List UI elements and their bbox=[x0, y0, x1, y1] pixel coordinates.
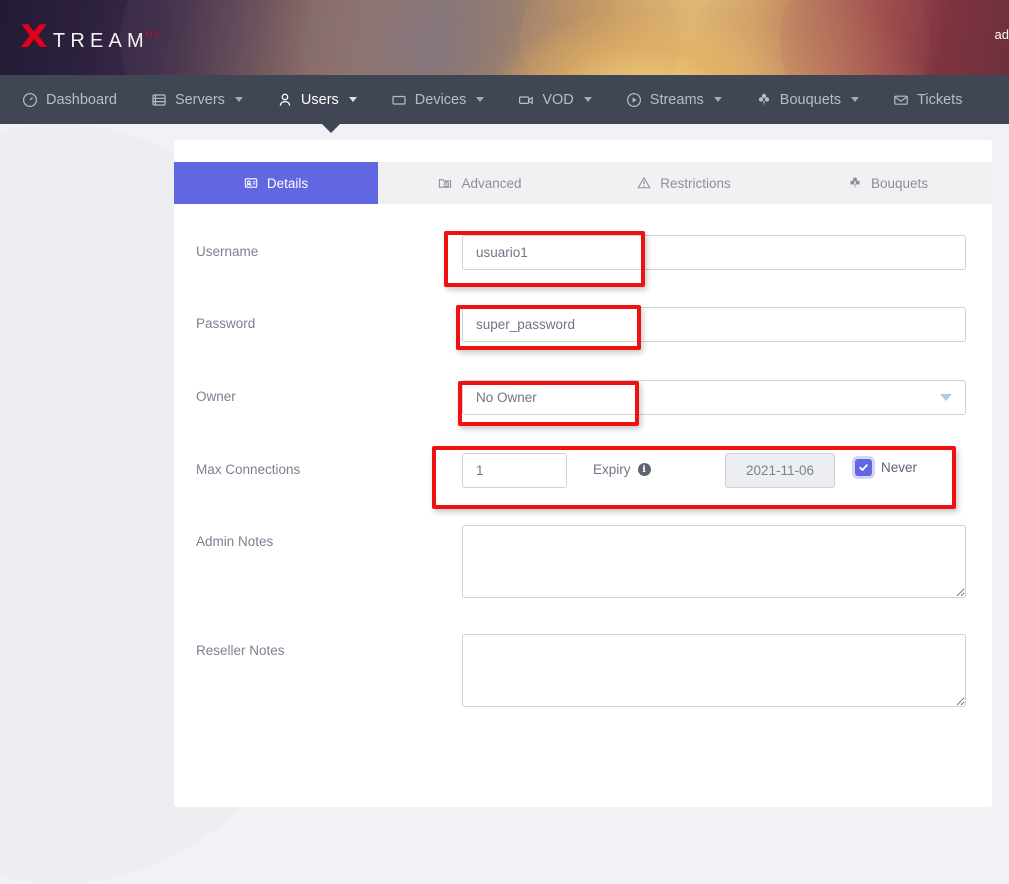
dashboard-gauge-icon bbox=[22, 92, 38, 108]
device-screen-icon bbox=[391, 92, 407, 108]
info-icon[interactable]: i bbox=[638, 463, 651, 476]
header-banner: X TREAM UI ad bbox=[0, 0, 1009, 75]
tab-label: Details bbox=[267, 176, 308, 191]
reseller-notes-textarea[interactable] bbox=[462, 634, 966, 707]
nav-item-streams[interactable]: Streams bbox=[609, 75, 739, 124]
chevron-down-icon bbox=[235, 97, 243, 102]
server-rack-icon bbox=[151, 92, 167, 108]
chevron-down-icon bbox=[584, 97, 592, 102]
label-reseller-notes: Reseller Notes bbox=[196, 643, 285, 658]
active-nav-pointer-icon bbox=[322, 124, 340, 133]
tab-bouquets[interactable]: Bouquets bbox=[786, 162, 990, 204]
row-username: Username bbox=[174, 235, 992, 270]
tab-details[interactable]: Details bbox=[174, 162, 378, 204]
chevron-down-icon bbox=[714, 97, 722, 102]
max-connections-input[interactable] bbox=[462, 453, 567, 488]
username-input[interactable] bbox=[462, 235, 966, 270]
tab-advanced[interactable]: Advanced bbox=[378, 162, 582, 204]
chevron-down-icon bbox=[476, 97, 484, 102]
label-expiry: Expiry bbox=[593, 462, 631, 477]
nav-item-tickets[interactable]: Tickets bbox=[876, 75, 979, 124]
label-max-connections: Max Connections bbox=[196, 462, 300, 477]
nav-item-servers[interactable]: Servers bbox=[134, 75, 260, 124]
owner-selected-value: No Owner bbox=[476, 390, 537, 405]
row-max-connections: Max Connections Expiry i Never bbox=[174, 453, 992, 488]
chevron-down-icon bbox=[940, 394, 952, 401]
id-card-icon bbox=[244, 176, 258, 190]
admin-notes-textarea[interactable] bbox=[462, 525, 966, 598]
password-input[interactable] bbox=[462, 307, 966, 342]
envelope-icon bbox=[893, 92, 909, 108]
chevron-down-icon bbox=[349, 97, 357, 102]
video-camera-icon bbox=[518, 92, 534, 108]
nav-label: Dashboard bbox=[46, 92, 117, 108]
never-checkbox-label: Never bbox=[881, 460, 917, 475]
label-password: Password bbox=[196, 316, 255, 331]
nav-item-dashboard[interactable]: Dashboard bbox=[0, 75, 134, 124]
play-circle-icon bbox=[626, 92, 642, 108]
row-admin-notes: Admin Notes bbox=[174, 525, 992, 600]
owner-select[interactable]: No Owner bbox=[462, 380, 966, 415]
row-reseller-notes: Reseller Notes bbox=[174, 634, 992, 709]
logo-superscript: UI bbox=[146, 29, 162, 39]
nav-item-users[interactable]: Users bbox=[260, 75, 374, 124]
tab-label: Bouquets bbox=[871, 176, 928, 191]
expiry-label-group: Expiry i bbox=[593, 462, 651, 477]
user-icon bbox=[277, 92, 293, 108]
nav-label: Bouquets bbox=[780, 92, 841, 108]
nav-item-devices[interactable]: Devices bbox=[374, 75, 502, 124]
form-tabs: Details Advanced Restrictions bbox=[174, 162, 992, 204]
never-checkbox[interactable] bbox=[855, 459, 872, 476]
tab-label: Restrictions bbox=[660, 176, 731, 191]
logo-x-mark: X bbox=[20, 22, 47, 53]
nav-label: Servers bbox=[175, 92, 225, 108]
nav-label: Streams bbox=[650, 92, 704, 108]
tab-restrictions[interactable]: Restrictions bbox=[582, 162, 786, 204]
expiry-date-input[interactable] bbox=[725, 453, 835, 488]
label-username: Username bbox=[196, 244, 258, 259]
nav-item-vod[interactable]: VOD bbox=[501, 75, 608, 124]
main-navbar: Dashboard Servers Users Devices bbox=[0, 75, 1009, 124]
nav-label: Tickets bbox=[917, 92, 962, 108]
row-owner: Owner No Owner bbox=[174, 380, 992, 415]
label-admin-notes: Admin Notes bbox=[196, 534, 273, 549]
logo-wordmark: TREAM bbox=[53, 30, 149, 53]
row-password: Password bbox=[174, 307, 992, 342]
xtream-ui-logo[interactable]: X TREAM UI bbox=[22, 22, 165, 53]
never-checkbox-group[interactable]: Never bbox=[855, 459, 917, 476]
nav-label: Devices bbox=[415, 92, 467, 108]
label-owner: Owner bbox=[196, 389, 236, 404]
bouquet-flower-icon bbox=[756, 92, 772, 108]
nav-item-bouquets[interactable]: Bouquets bbox=[739, 75, 876, 124]
user-form-card: Details Advanced Restrictions bbox=[174, 140, 992, 807]
chevron-down-icon bbox=[851, 97, 859, 102]
header-username[interactable]: ad bbox=[995, 27, 1009, 42]
nav-label: VOD bbox=[542, 92, 573, 108]
bouquet-flower-icon bbox=[848, 176, 862, 190]
tab-label: Advanced bbox=[461, 176, 521, 191]
folder-clock-icon bbox=[438, 176, 452, 190]
warning-triangle-icon bbox=[637, 176, 651, 190]
nav-label: Users bbox=[301, 92, 339, 108]
